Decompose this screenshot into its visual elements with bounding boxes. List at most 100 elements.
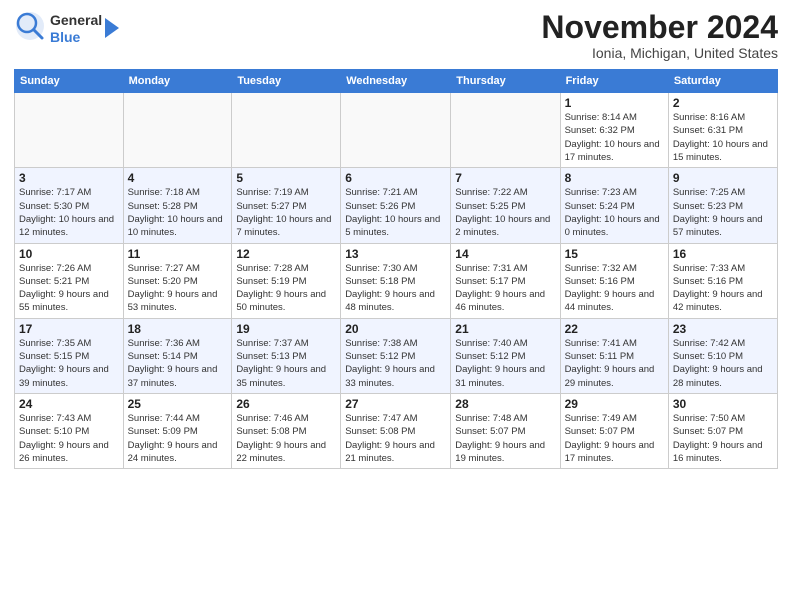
week-row: 3Sunrise: 7:17 AM Sunset: 5:30 PM Daylig…	[15, 168, 778, 243]
day-number: 26	[236, 397, 336, 411]
day-cell: 28Sunrise: 7:48 AM Sunset: 5:07 PM Dayli…	[451, 393, 560, 468]
title-area: November 2024 Ionia, Michigan, United St…	[541, 10, 778, 61]
day-cell: 2Sunrise: 8:16 AM Sunset: 6:31 PM Daylig…	[668, 93, 777, 168]
day-info: Sunrise: 7:17 AM Sunset: 5:30 PM Dayligh…	[19, 186, 119, 239]
day-cell: 13Sunrise: 7:30 AM Sunset: 5:18 PM Dayli…	[341, 243, 451, 318]
day-number: 16	[673, 247, 773, 261]
logo-icon	[14, 10, 46, 42]
column-header-saturday: Saturday	[668, 70, 777, 93]
day-number: 30	[673, 397, 773, 411]
day-cell: 14Sunrise: 7:31 AM Sunset: 5:17 PM Dayli…	[451, 243, 560, 318]
day-cell: 15Sunrise: 7:32 AM Sunset: 5:16 PM Dayli…	[560, 243, 668, 318]
logo-text: General Blue	[50, 12, 102, 46]
day-number: 22	[565, 322, 664, 336]
day-number: 21	[455, 322, 555, 336]
day-cell: 16Sunrise: 7:33 AM Sunset: 5:16 PM Dayli…	[668, 243, 777, 318]
day-number: 13	[345, 247, 446, 261]
day-info: Sunrise: 7:42 AM Sunset: 5:10 PM Dayligh…	[673, 337, 773, 390]
day-info: Sunrise: 7:40 AM Sunset: 5:12 PM Dayligh…	[455, 337, 555, 390]
day-info: Sunrise: 8:14 AM Sunset: 6:32 PM Dayligh…	[565, 111, 664, 164]
day-number: 3	[19, 171, 119, 185]
day-cell: 20Sunrise: 7:38 AM Sunset: 5:12 PM Dayli…	[341, 318, 451, 393]
day-cell: 9Sunrise: 7:25 AM Sunset: 5:23 PM Daylig…	[668, 168, 777, 243]
day-info: Sunrise: 7:26 AM Sunset: 5:21 PM Dayligh…	[19, 262, 119, 315]
week-row: 17Sunrise: 7:35 AM Sunset: 5:15 PM Dayli…	[15, 318, 778, 393]
day-info: Sunrise: 7:46 AM Sunset: 5:08 PM Dayligh…	[236, 412, 336, 465]
day-cell: 7Sunrise: 7:22 AM Sunset: 5:25 PM Daylig…	[451, 168, 560, 243]
day-number: 17	[19, 322, 119, 336]
day-number: 15	[565, 247, 664, 261]
column-header-tuesday: Tuesday	[232, 70, 341, 93]
calendar-container: General Blue November 2024 Ionia, Michig…	[0, 0, 792, 475]
column-header-wednesday: Wednesday	[341, 70, 451, 93]
column-header-monday: Monday	[123, 70, 232, 93]
day-info: Sunrise: 8:16 AM Sunset: 6:31 PM Dayligh…	[673, 111, 773, 164]
location: Ionia, Michigan, United States	[541, 45, 778, 61]
day-cell: 26Sunrise: 7:46 AM Sunset: 5:08 PM Dayli…	[232, 393, 341, 468]
day-number: 19	[236, 322, 336, 336]
day-number: 18	[128, 322, 228, 336]
day-number: 7	[455, 171, 555, 185]
day-cell: 1Sunrise: 8:14 AM Sunset: 6:32 PM Daylig…	[560, 93, 668, 168]
day-cell: 5Sunrise: 7:19 AM Sunset: 5:27 PM Daylig…	[232, 168, 341, 243]
day-info: Sunrise: 7:37 AM Sunset: 5:13 PM Dayligh…	[236, 337, 336, 390]
logo: General Blue	[14, 10, 119, 47]
day-number: 28	[455, 397, 555, 411]
day-cell: 8Sunrise: 7:23 AM Sunset: 5:24 PM Daylig…	[560, 168, 668, 243]
day-info: Sunrise: 7:22 AM Sunset: 5:25 PM Dayligh…	[455, 186, 555, 239]
day-cell: 17Sunrise: 7:35 AM Sunset: 5:15 PM Dayli…	[15, 318, 124, 393]
day-info: Sunrise: 7:27 AM Sunset: 5:20 PM Dayligh…	[128, 262, 228, 315]
day-info: Sunrise: 7:35 AM Sunset: 5:15 PM Dayligh…	[19, 337, 119, 390]
day-info: Sunrise: 7:23 AM Sunset: 5:24 PM Dayligh…	[565, 186, 664, 239]
day-info: Sunrise: 7:41 AM Sunset: 5:11 PM Dayligh…	[565, 337, 664, 390]
day-number: 20	[345, 322, 446, 336]
logo-blue: Blue	[50, 29, 80, 45]
day-info: Sunrise: 7:31 AM Sunset: 5:17 PM Dayligh…	[455, 262, 555, 315]
day-cell: 19Sunrise: 7:37 AM Sunset: 5:13 PM Dayli…	[232, 318, 341, 393]
day-info: Sunrise: 7:18 AM Sunset: 5:28 PM Dayligh…	[128, 186, 228, 239]
day-number: 14	[455, 247, 555, 261]
day-cell: 25Sunrise: 7:44 AM Sunset: 5:09 PM Dayli…	[123, 393, 232, 468]
day-cell: 6Sunrise: 7:21 AM Sunset: 5:26 PM Daylig…	[341, 168, 451, 243]
day-info: Sunrise: 7:36 AM Sunset: 5:14 PM Dayligh…	[128, 337, 228, 390]
day-number: 2	[673, 96, 773, 110]
day-info: Sunrise: 7:50 AM Sunset: 5:07 PM Dayligh…	[673, 412, 773, 465]
day-info: Sunrise: 7:48 AM Sunset: 5:07 PM Dayligh…	[455, 412, 555, 465]
logo-arrow	[105, 18, 119, 38]
day-info: Sunrise: 7:28 AM Sunset: 5:19 PM Dayligh…	[236, 262, 336, 315]
day-number: 27	[345, 397, 446, 411]
day-info: Sunrise: 7:44 AM Sunset: 5:09 PM Dayligh…	[128, 412, 228, 465]
day-cell: 30Sunrise: 7:50 AM Sunset: 5:07 PM Dayli…	[668, 393, 777, 468]
day-cell: 11Sunrise: 7:27 AM Sunset: 5:20 PM Dayli…	[123, 243, 232, 318]
day-number: 1	[565, 96, 664, 110]
day-cell: 23Sunrise: 7:42 AM Sunset: 5:10 PM Dayli…	[668, 318, 777, 393]
day-number: 9	[673, 171, 773, 185]
day-number: 6	[345, 171, 446, 185]
day-cell: 18Sunrise: 7:36 AM Sunset: 5:14 PM Dayli…	[123, 318, 232, 393]
day-cell: 21Sunrise: 7:40 AM Sunset: 5:12 PM Dayli…	[451, 318, 560, 393]
column-header-sunday: Sunday	[15, 70, 124, 93]
day-number: 11	[128, 247, 228, 261]
day-info: Sunrise: 7:49 AM Sunset: 5:07 PM Dayligh…	[565, 412, 664, 465]
day-info: Sunrise: 7:19 AM Sunset: 5:27 PM Dayligh…	[236, 186, 336, 239]
day-cell: 3Sunrise: 7:17 AM Sunset: 5:30 PM Daylig…	[15, 168, 124, 243]
day-info: Sunrise: 7:30 AM Sunset: 5:18 PM Dayligh…	[345, 262, 446, 315]
day-info: Sunrise: 7:32 AM Sunset: 5:16 PM Dayligh…	[565, 262, 664, 315]
day-info: Sunrise: 7:43 AM Sunset: 5:10 PM Dayligh…	[19, 412, 119, 465]
day-number: 23	[673, 322, 773, 336]
day-cell: 4Sunrise: 7:18 AM Sunset: 5:28 PM Daylig…	[123, 168, 232, 243]
day-number: 29	[565, 397, 664, 411]
day-number: 4	[128, 171, 228, 185]
day-cell	[451, 93, 560, 168]
day-cell: 22Sunrise: 7:41 AM Sunset: 5:11 PM Dayli…	[560, 318, 668, 393]
day-number: 25	[128, 397, 228, 411]
day-cell	[15, 93, 124, 168]
header: General Blue November 2024 Ionia, Michig…	[14, 10, 778, 61]
day-cell: 29Sunrise: 7:49 AM Sunset: 5:07 PM Dayli…	[560, 393, 668, 468]
header-row: SundayMondayTuesdayWednesdayThursdayFrid…	[15, 70, 778, 93]
week-row: 24Sunrise: 7:43 AM Sunset: 5:10 PM Dayli…	[15, 393, 778, 468]
day-cell: 12Sunrise: 7:28 AM Sunset: 5:19 PM Dayli…	[232, 243, 341, 318]
day-cell: 24Sunrise: 7:43 AM Sunset: 5:10 PM Dayli…	[15, 393, 124, 468]
day-number: 12	[236, 247, 336, 261]
day-cell	[123, 93, 232, 168]
